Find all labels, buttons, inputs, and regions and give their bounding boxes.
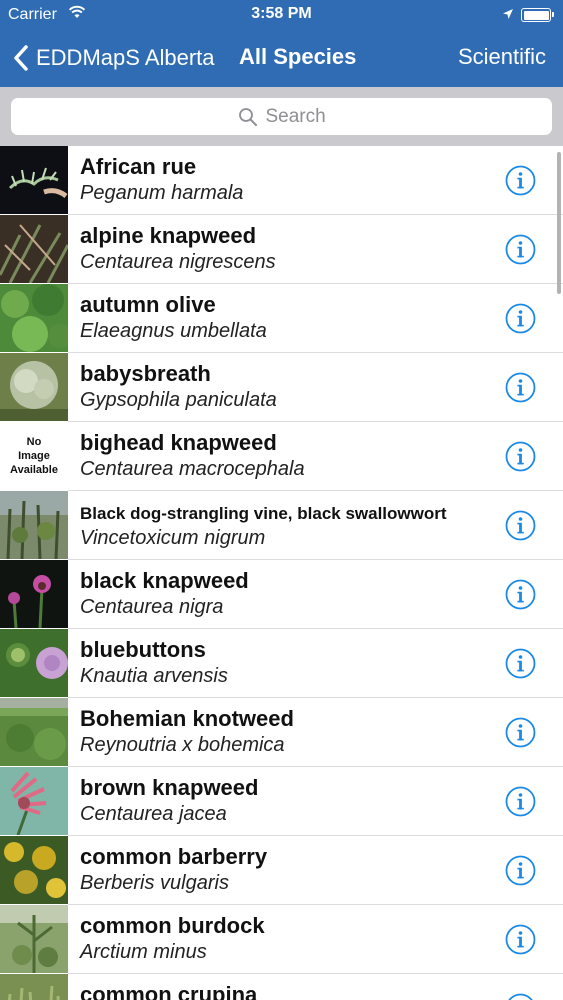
info-icon[interactable] <box>505 924 536 955</box>
info-icon[interactable] <box>505 579 536 610</box>
navigation-header: Carrier 3:58 PM EDDMapS Alberta All Spec… <box>0 0 563 87</box>
location-arrow-icon <box>503 9 513 19</box>
info-icon[interactable] <box>505 303 536 334</box>
back-button[interactable]: EDDMapS Alberta <box>12 40 215 76</box>
species-row[interactable]: alpine knapweed Centaurea nigrescens <box>0 215 563 284</box>
common-name: bighead knapweed <box>80 430 277 455</box>
common-name: Black dog-strangling vine, black swallow… <box>80 504 447 523</box>
scientific-name: Knautia arvensis <box>80 665 228 687</box>
battery-icon <box>521 8 554 22</box>
status-bar: Carrier 3:58 PM <box>0 0 563 30</box>
species-thumbnail <box>0 491 68 559</box>
no-image-placeholder: No Image Available <box>0 422 68 490</box>
species-thumbnail <box>0 629 68 697</box>
scrollbar[interactable] <box>557 152 561 294</box>
species-row[interactable]: common burdock Arctium minus <box>0 905 563 974</box>
page-title: All Species <box>239 44 357 69</box>
common-name: alpine knapweed <box>80 223 257 248</box>
species-row[interactable]: brown knapweed Centaurea jacea <box>0 767 563 836</box>
scientific-name: Berberis vulgaris <box>80 872 229 894</box>
search-bar <box>0 87 563 146</box>
scientific-name: Centaurea jacea <box>80 803 227 825</box>
scientific-name: Gypsophila paniculata <box>80 389 277 411</box>
common-name: common crupina <box>80 982 258 1000</box>
clock: 3:58 PM <box>251 5 312 22</box>
species-row[interactable]: autumn olive Elaeagnus umbellata <box>0 284 563 353</box>
scientific-name: Peganum harmala <box>80 182 244 204</box>
info-icon[interactable] <box>505 441 536 472</box>
scientific-name: Centaurea nigrescens <box>80 251 276 273</box>
info-icon[interactable] <box>505 855 536 886</box>
info-icon[interactable] <box>505 993 536 1000</box>
species-list[interactable]: African rue Peganum harmala alpine knapwee… <box>0 146 563 1000</box>
species-row[interactable]: common crupina <box>0 974 563 1000</box>
species-row[interactable]: Black dog-strangling vine, black swallow… <box>0 491 563 560</box>
common-name: brown knapweed <box>80 775 259 800</box>
species-row[interactable]: babysbreath Gypsophila paniculata <box>0 353 563 422</box>
scientific-name: Vincetoxicum nigrum <box>80 527 266 549</box>
scientific-name: Centaurea macrocephala <box>80 458 305 480</box>
common-name: African rue <box>80 154 197 179</box>
species-thumbnail <box>0 974 68 1000</box>
nav-bar: EDDMapS Alberta All Species Scientific <box>0 30 563 87</box>
search-field[interactable] <box>11 98 552 135</box>
info-icon[interactable] <box>505 372 536 403</box>
info-icon[interactable] <box>505 165 536 196</box>
info-icon[interactable] <box>505 648 536 679</box>
scientific-toggle-button[interactable]: Scientific <box>458 44 546 70</box>
common-name: babysbreath <box>80 361 211 386</box>
species-thumbnail <box>0 698 68 766</box>
species-thumbnail <box>0 560 68 628</box>
species-row[interactable]: African rue Peganum harmala <box>0 146 563 215</box>
no-image-text: Available <box>10 464 58 476</box>
info-icon[interactable] <box>505 786 536 817</box>
species-thumbnail <box>0 905 68 973</box>
species-thumbnail <box>0 353 68 421</box>
scientific-name: Arctium minus <box>80 941 207 963</box>
search-input[interactable] <box>265 105 326 128</box>
species-row[interactable]: Bohemian knotweed Reynoutria x bohemica <box>0 698 563 767</box>
info-icon[interactable] <box>505 234 536 265</box>
species-row[interactable]: bluebuttons Knautia arvensis <box>0 629 563 698</box>
species-thumbnail <box>0 767 68 835</box>
species-thumbnail <box>0 146 68 214</box>
common-name: autumn olive <box>80 292 216 317</box>
scientific-name: Elaeagnus umbellata <box>80 320 267 342</box>
common-name: black knapweed <box>80 568 249 593</box>
info-icon[interactable] <box>505 510 536 541</box>
species-row[interactable]: black knapweed Centaurea nigra <box>0 560 563 629</box>
scientific-name: Centaurea nigra <box>80 596 224 618</box>
back-label: EDDMapS Alberta <box>36 45 215 70</box>
no-image-text: No <box>26 436 42 448</box>
no-image-text: Image <box>18 450 50 462</box>
common-name: common burdock <box>80 913 265 938</box>
common-name: common barberry <box>80 844 268 869</box>
common-name: Bohemian knotweed <box>80 706 294 731</box>
species-thumbnail <box>0 215 68 283</box>
species-row[interactable]: common barberry Berberis vulgaris <box>0 836 563 905</box>
common-name: bluebuttons <box>80 637 206 662</box>
chevron-left-icon <box>14 45 28 71</box>
scientific-name: Reynoutria x bohemica <box>80 734 285 756</box>
search-icon <box>238 107 257 126</box>
info-icon[interactable] <box>505 717 536 748</box>
species-thumbnail <box>0 284 68 352</box>
species-row[interactable]: No Image Available bighead knapweed Centaure… <box>0 422 563 491</box>
species-thumbnail <box>0 836 68 904</box>
